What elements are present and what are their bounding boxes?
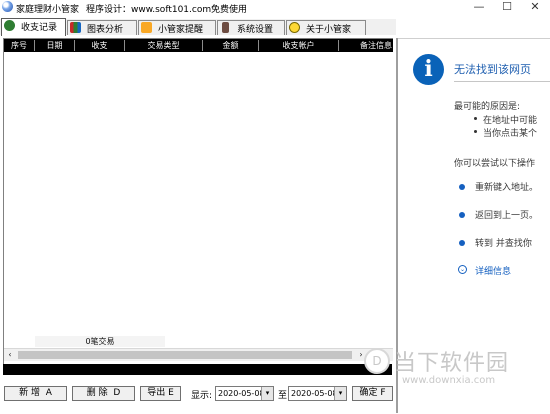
column-header-amount[interactable]: 金额 bbox=[203, 40, 259, 51]
table-header: 序号 日期 收支 交易类型 金额 收支帐户 备注信息 bbox=[4, 39, 393, 52]
delete-button[interactable]: 删 除 D bbox=[72, 386, 135, 401]
money-bag-icon bbox=[4, 20, 15, 31]
tab-strip: 收支记录 图表分析 小管家提醒 系统设置 关于小管家 bbox=[0, 18, 396, 36]
action-item: 转到 并查找你 bbox=[475, 239, 532, 249]
try-heading: 你可以尝试以下操作 bbox=[454, 159, 536, 169]
reason-item: 在地址中可能 bbox=[483, 116, 538, 126]
info-icon: i bbox=[413, 54, 444, 85]
designer-menu[interactable]: 程序设计：www.soft101.com bbox=[86, 2, 211, 15]
title-bar: 家庭理财小管家 程序设计：www.soft101.com 免费使用 — ☐ ✕ bbox=[0, 0, 550, 15]
tab-reminder-label: 小管家提醒 bbox=[158, 25, 204, 35]
reminder-icon bbox=[141, 22, 152, 33]
minimize-button[interactable]: — bbox=[466, 0, 492, 15]
action-item: 返回到上一页。 bbox=[475, 211, 539, 221]
horizontal-scrollbar[interactable]: ‹ › bbox=[4, 348, 393, 361]
tab-about[interactable]: 关于小管家 bbox=[286, 20, 366, 35]
more-info-link[interactable]: 详细信息 bbox=[475, 264, 511, 277]
action-item: 重新键入地址。 bbox=[475, 183, 539, 193]
column-header-category[interactable]: 交易类型 bbox=[125, 40, 203, 51]
error-title: 无法找到该网页 bbox=[454, 63, 531, 76]
tab-reminder[interactable]: 小管家提醒 bbox=[138, 20, 216, 35]
scroll-thumb[interactable] bbox=[18, 351, 352, 359]
tab-records-label: 收支记录 bbox=[21, 23, 58, 33]
bullet-icon bbox=[474, 130, 477, 133]
tab-charts[interactable]: 图表分析 bbox=[67, 20, 137, 35]
column-header-notes[interactable]: 备注信息 bbox=[339, 40, 393, 51]
tab-settings[interactable]: 系统设置 bbox=[217, 20, 285, 35]
close-button[interactable]: ✕ bbox=[522, 0, 548, 15]
settings-icon bbox=[222, 22, 229, 33]
to-label: 至 bbox=[278, 391, 288, 401]
tab-records[interactable]: 收支记录 bbox=[1, 18, 66, 36]
app-title: 家庭理财小管家 bbox=[16, 5, 80, 15]
window-controls: — ☐ ✕ bbox=[466, 0, 550, 15]
maximize-button[interactable]: ☐ bbox=[494, 0, 520, 15]
column-header-index[interactable]: 序号 bbox=[4, 40, 35, 51]
tab-about-label: 关于小管家 bbox=[306, 25, 352, 35]
license-menu[interactable]: 免费使用 bbox=[211, 2, 247, 15]
reason-item: 当你点击某个 bbox=[483, 129, 538, 139]
show-label: 显示: bbox=[191, 391, 213, 401]
bar-chart-icon bbox=[70, 22, 81, 33]
tab-charts-label: 图表分析 bbox=[87, 25, 124, 35]
date-to-picker[interactable]: 2020-05-08 ▾ bbox=[288, 386, 347, 401]
action-bullet-icon bbox=[459, 184, 465, 190]
app-globe-icon bbox=[2, 1, 13, 12]
add-button[interactable]: 新 增 A bbox=[4, 386, 67, 401]
transaction-table: 序号 日期 收支 交易类型 金额 收支帐户 备注信息 0笔交易 ‹ › bbox=[3, 38, 393, 364]
chevron-down-icon[interactable]: ▾ bbox=[334, 387, 346, 400]
watermark-url: www.downxia.com bbox=[402, 375, 496, 386]
tab-settings-label: 系统设置 bbox=[237, 25, 274, 35]
status-bar bbox=[3, 364, 392, 375]
scroll-left-icon[interactable]: ‹ bbox=[4, 349, 16, 361]
column-header-date[interactable]: 日期 bbox=[35, 40, 75, 51]
column-header-account[interactable]: 收支帐户 bbox=[259, 40, 339, 51]
transaction-count: 0笔交易 bbox=[35, 336, 165, 347]
date-to-value: 2020-05-08 bbox=[291, 389, 338, 398]
watermark-logo-icon: D bbox=[364, 348, 390, 374]
summary-row: 0笔交易 bbox=[4, 335, 393, 348]
divider bbox=[454, 81, 550, 82]
export-button[interactable]: 导出 E bbox=[140, 386, 181, 401]
reasons-heading: 最可能的原因是: bbox=[454, 102, 521, 112]
date-from-value: 2020-05-08 bbox=[218, 389, 265, 398]
date-from-picker[interactable]: 2020-05-08 ▾ bbox=[215, 386, 274, 401]
smiley-icon bbox=[289, 22, 300, 33]
confirm-button[interactable]: 确定 F bbox=[352, 386, 393, 401]
bullet-icon bbox=[474, 117, 477, 120]
action-bullet-icon bbox=[459, 240, 465, 246]
chevron-down-icon[interactable]: ⌄ bbox=[458, 265, 467, 274]
chevron-down-icon[interactable]: ▾ bbox=[261, 387, 273, 400]
action-bullet-icon bbox=[459, 212, 465, 218]
column-header-type[interactable]: 收支 bbox=[75, 40, 125, 51]
watermark-brand: 当下软件园 bbox=[394, 351, 510, 376]
